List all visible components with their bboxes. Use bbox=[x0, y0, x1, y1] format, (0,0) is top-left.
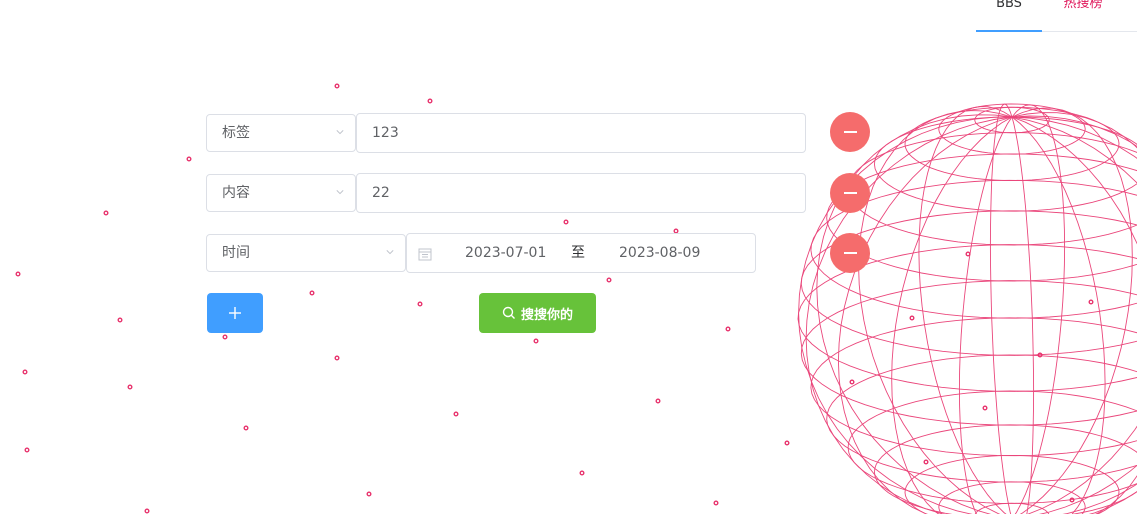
globe-latitude-line bbox=[974, 502, 1050, 514]
particle-dot bbox=[606, 277, 612, 283]
minus-icon bbox=[843, 192, 857, 194]
globe-longitude-line bbox=[1011, 116, 1106, 514]
plus-icon bbox=[229, 307, 241, 319]
particle-dot bbox=[103, 210, 109, 216]
field-select-time[interactable]: 时间 bbox=[206, 234, 406, 272]
particle-dot bbox=[309, 290, 315, 296]
particle-dot bbox=[222, 334, 228, 340]
particle-dot bbox=[655, 398, 661, 404]
particle-dot bbox=[243, 425, 249, 431]
filter-value-input[interactable]: 22 bbox=[356, 173, 806, 213]
start-date-input[interactable]: 2023-07-01 bbox=[465, 234, 546, 272]
particle-dot bbox=[127, 384, 133, 390]
particle-dot bbox=[453, 411, 459, 417]
particle-dot bbox=[24, 447, 30, 453]
globe-latitude-line bbox=[874, 424, 1137, 514]
globe-longitude-line bbox=[891, 116, 1013, 514]
remove-filter-button[interactable] bbox=[830, 112, 870, 152]
globe-longitude-line bbox=[1011, 116, 1137, 514]
active-tab-indicator bbox=[976, 30, 1042, 32]
particle-dot bbox=[186, 156, 192, 162]
globe-longitude-line bbox=[858, 110, 1013, 514]
field-select-label: 内容 bbox=[222, 185, 250, 201]
wireframe-globe bbox=[797, 103, 1137, 514]
globe-longitude-line bbox=[1011, 116, 1137, 514]
particle-dot bbox=[533, 338, 539, 344]
end-date-input[interactable]: 2023-08-09 bbox=[619, 234, 700, 272]
globe-latitude-line bbox=[938, 481, 1086, 514]
particle-dot bbox=[784, 440, 790, 446]
add-filter-button[interactable] bbox=[207, 293, 263, 333]
particle-dot bbox=[909, 315, 915, 321]
minus-icon bbox=[843, 252, 857, 254]
globe-longitude-line bbox=[989, 103, 1013, 514]
particle-dot bbox=[563, 219, 569, 225]
particle-dot bbox=[849, 379, 855, 385]
globe-longitude-line bbox=[1011, 116, 1035, 514]
chevron-down-icon bbox=[386, 250, 394, 255]
search-button-label: 搜搜你的 bbox=[520, 307, 573, 323]
remove-filter-button[interactable] bbox=[830, 233, 870, 273]
range-separator: 至 bbox=[571, 245, 585, 261]
globe-latitude-line bbox=[904, 454, 1120, 514]
particle-dot bbox=[22, 369, 28, 375]
particle-dot bbox=[334, 83, 340, 89]
globe-longitude-line bbox=[1011, 107, 1133, 514]
filter-value-input[interactable]: 123 bbox=[356, 113, 806, 153]
search-icon bbox=[502, 306, 515, 319]
globe-longitude-line bbox=[958, 116, 1013, 514]
field-select-label: 标签 bbox=[222, 125, 250, 141]
tab-bbs[interactable]: BBS bbox=[976, 0, 1042, 24]
particle-dot bbox=[117, 317, 123, 323]
tab-bar: BBS 热搜榜 bbox=[976, 0, 1137, 32]
field-select-content[interactable]: 内容 bbox=[206, 174, 356, 212]
date-range-picker[interactable]: 2023-07-01 至 2023-08-09 bbox=[406, 233, 756, 273]
particle-dot bbox=[579, 470, 585, 476]
particle-dot bbox=[427, 98, 433, 104]
globe-latitude-line bbox=[847, 390, 1137, 504]
globe-longitude-line bbox=[1011, 112, 1137, 514]
globe-longitude-line bbox=[1011, 116, 1137, 514]
field-select-tag[interactable]: 标签 bbox=[206, 114, 356, 152]
particle-dot bbox=[1088, 299, 1094, 305]
search-button[interactable]: 搜搜你的 bbox=[479, 293, 596, 333]
particle-dot bbox=[965, 251, 971, 257]
minus-icon bbox=[843, 131, 857, 133]
globe-longitude-line bbox=[918, 106, 1013, 514]
particle-dot bbox=[923, 459, 929, 465]
particle-dot bbox=[334, 355, 340, 361]
particle-dot bbox=[366, 491, 372, 497]
remove-filter-button[interactable] bbox=[830, 173, 870, 213]
tab-hot-search[interactable]: 热搜榜 bbox=[1048, 0, 1118, 24]
globe-longitude-line bbox=[1011, 104, 1066, 514]
particle-dot bbox=[713, 500, 719, 506]
globe-latitude-line bbox=[800, 280, 1137, 426]
chevron-down-icon bbox=[336, 130, 344, 135]
particle-dot bbox=[725, 326, 731, 332]
particle-dot bbox=[15, 271, 21, 277]
particle-dot bbox=[417, 301, 423, 307]
particle-dot bbox=[144, 508, 150, 514]
field-select-label: 时间 bbox=[222, 245, 250, 261]
chevron-down-icon bbox=[336, 190, 344, 195]
particle-dot bbox=[982, 405, 988, 411]
calendar-icon bbox=[418, 248, 432, 261]
